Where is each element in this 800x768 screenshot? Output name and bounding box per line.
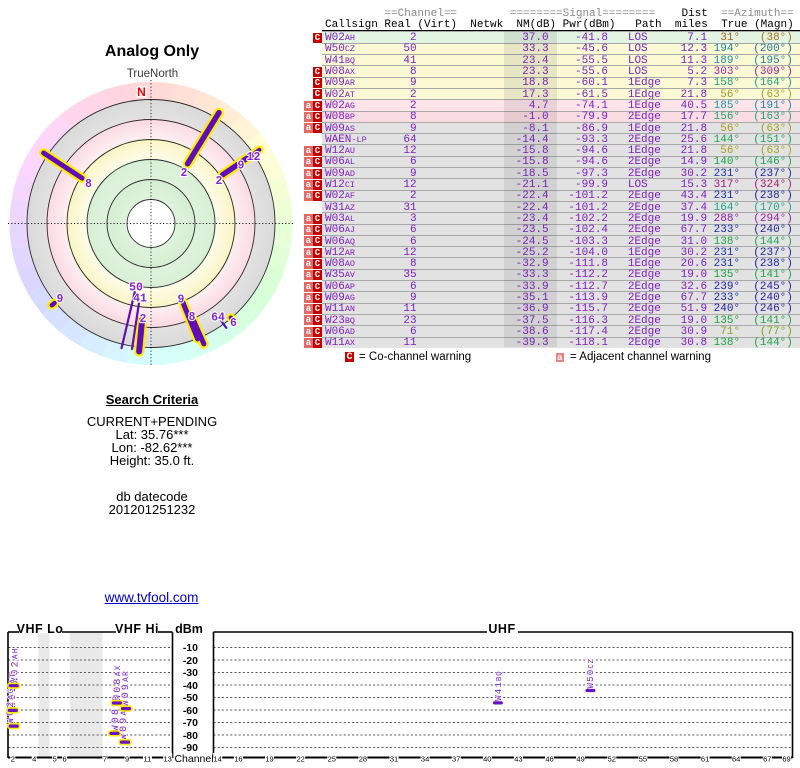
svg-text:W41BQ: W41BQ bbox=[493, 671, 504, 701]
svg-text:55: 55 bbox=[639, 755, 647, 764]
svg-text:2: 2 bbox=[181, 167, 188, 180]
svg-text:8: 8 bbox=[189, 311, 196, 324]
svg-text:14: 14 bbox=[214, 755, 222, 764]
svg-text:28: 28 bbox=[359, 755, 367, 764]
svg-text:6: 6 bbox=[230, 317, 237, 330]
svg-text:W50CZ: W50CZ bbox=[585, 658, 596, 688]
svg-text:52: 52 bbox=[608, 755, 616, 764]
svg-text:N: N bbox=[137, 85, 146, 99]
svg-text:19: 19 bbox=[265, 755, 273, 764]
svg-text:46: 46 bbox=[545, 755, 553, 764]
svg-text:58: 58 bbox=[670, 755, 678, 764]
svg-text:64: 64 bbox=[732, 755, 740, 764]
svg-text:41: 41 bbox=[133, 293, 147, 306]
svg-text:12: 12 bbox=[247, 151, 261, 164]
svg-text:40: 40 bbox=[483, 755, 491, 764]
svg-text:11: 11 bbox=[144, 755, 152, 764]
svg-text:9: 9 bbox=[57, 293, 64, 306]
svg-text:9: 9 bbox=[178, 294, 185, 307]
svg-text:7: 7 bbox=[103, 755, 107, 764]
svg-text:37: 37 bbox=[452, 755, 460, 764]
svg-text:W02AG: W02AG bbox=[6, 687, 17, 724]
svg-text:13: 13 bbox=[164, 755, 172, 764]
svg-text:8: 8 bbox=[85, 178, 92, 191]
svg-text:61: 61 bbox=[701, 755, 709, 764]
svg-text:43: 43 bbox=[514, 755, 522, 764]
svg-text:69: 69 bbox=[782, 755, 790, 764]
svg-text:67: 67 bbox=[763, 755, 771, 764]
svg-text:2: 2 bbox=[140, 313, 147, 326]
svg-text:34: 34 bbox=[421, 755, 429, 764]
svg-text:25: 25 bbox=[328, 755, 336, 764]
svg-text:9: 9 bbox=[238, 160, 245, 173]
svg-text:22: 22 bbox=[297, 755, 305, 764]
svg-text:6: 6 bbox=[63, 755, 67, 764]
svg-text:64: 64 bbox=[211, 312, 225, 325]
svg-text:5: 5 bbox=[53, 755, 57, 764]
svg-text:16: 16 bbox=[234, 755, 242, 764]
svg-text:4: 4 bbox=[32, 755, 36, 764]
svg-text:49: 49 bbox=[576, 755, 584, 764]
svg-text:2: 2 bbox=[216, 175, 223, 188]
svg-text:31: 31 bbox=[390, 755, 398, 764]
svg-text:9: 9 bbox=[125, 755, 129, 764]
svg-text:2: 2 bbox=[11, 755, 15, 764]
